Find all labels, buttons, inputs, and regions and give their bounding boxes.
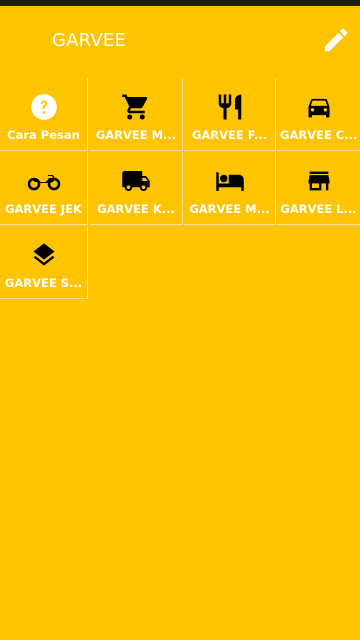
- menu-item-garvee-laundry[interactable]: GARVEE L...: [277, 152, 360, 225]
- menu-item-garvee-car[interactable]: GARVEE C...: [277, 78, 360, 151]
- truck-icon: [122, 171, 150, 191]
- bed-icon: [215, 172, 244, 191]
- menu-item-label: GARVEE L...: [280, 202, 357, 216]
- menu-item-garvee-kirim[interactable]: GARVEE K...: [90, 152, 183, 225]
- menu-item-label: Cara Pesan: [7, 128, 80, 142]
- menu-item-label: GARVEE M...: [189, 202, 270, 216]
- store-icon: [308, 171, 329, 191]
- layers-icon: [33, 243, 54, 266]
- menu-item-label: GARVEE M...: [95, 128, 177, 142]
- menu-item-cara-pesan[interactable]: Cara Pesan: [0, 78, 88, 151]
- menu-item-label: GARVEE K...: [97, 202, 175, 216]
- menu-item-label: GARVEE F...: [191, 128, 268, 142]
- car-icon: [308, 98, 329, 118]
- help-circle-icon: [30, 94, 57, 120]
- shopping-cart-icon: [122, 94, 148, 120]
- menu-item-garvee-food[interactable]: GARVEE F...: [184, 78, 276, 151]
- edit-button[interactable]: [316, 20, 356, 60]
- app-title: GARVEE: [52, 30, 127, 51]
- motorcycle-icon: [27, 175, 60, 191]
- menu-item-garvee-mart[interactable]: GARVEE M...: [90, 78, 183, 151]
- fork-knife-icon: [218, 94, 241, 120]
- menu-item-garvee-jek[interactable]: GARVEE JEK: [0, 152, 88, 225]
- menu-item-label: GARVEE JEK: [5, 202, 82, 216]
- pencil-icon: [324, 28, 348, 52]
- menu-item-garvee-s[interactable]: GARVEE S...: [0, 226, 88, 299]
- menu-item-label: GARVEE S...: [4, 276, 83, 290]
- menu-item-label: GARVEE C...: [280, 128, 357, 142]
- app-header: GARVEE: [0, 6, 360, 78]
- menu-item-garvee-menginap[interactable]: GARVEE M...: [184, 152, 276, 225]
